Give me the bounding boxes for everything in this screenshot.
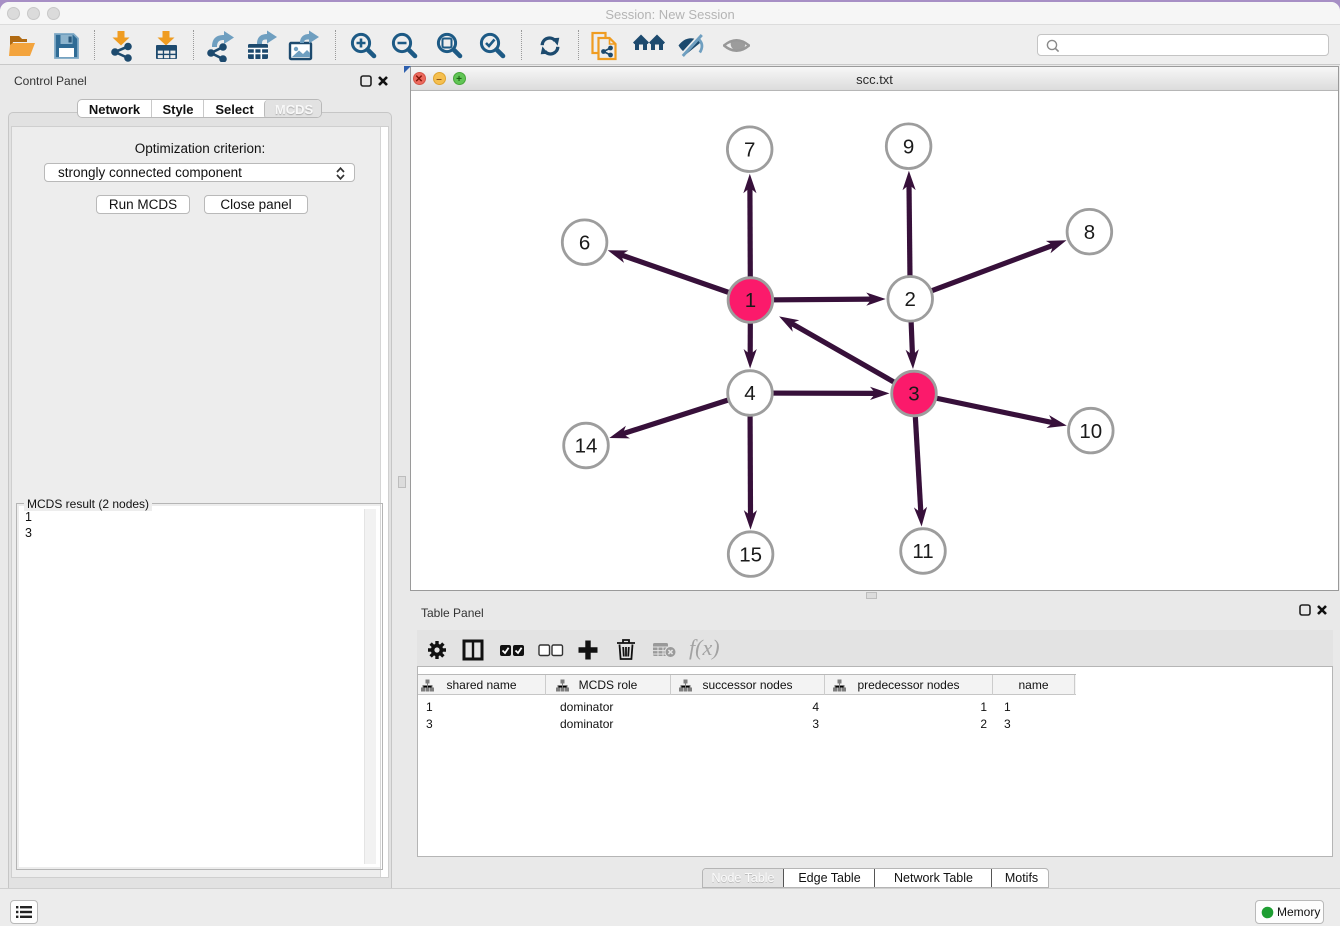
svg-text:9: 9 (903, 135, 914, 158)
svg-text:6: 6 (579, 231, 590, 254)
svg-text:2: 2 (904, 288, 915, 311)
svg-text:8: 8 (1084, 221, 1095, 244)
svg-text:1: 1 (745, 289, 756, 312)
svg-text:15: 15 (739, 543, 762, 566)
svg-text:14: 14 (575, 435, 598, 458)
svg-text:7: 7 (744, 138, 755, 161)
svg-text:4: 4 (744, 382, 755, 405)
svg-text:10: 10 (1079, 420, 1102, 443)
svg-text:3: 3 (908, 383, 919, 406)
svg-text:11: 11 (912, 540, 933, 563)
